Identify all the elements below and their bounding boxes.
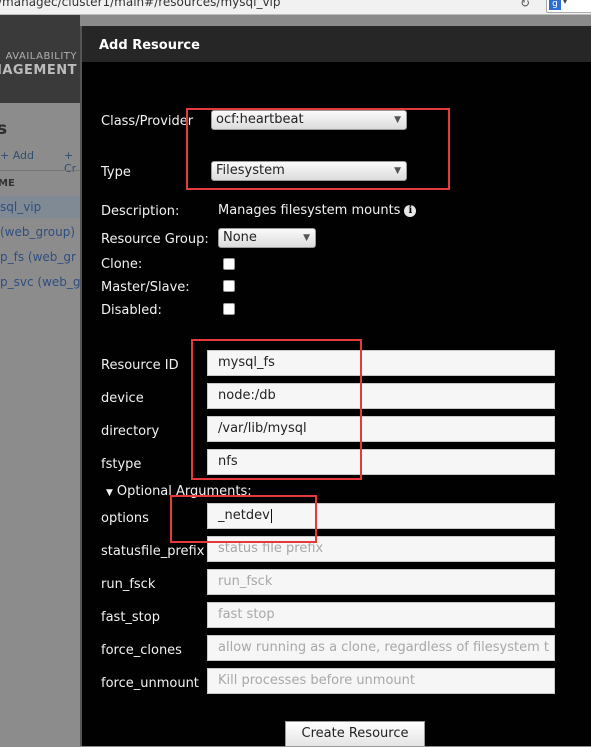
google-icon: g — [549, 0, 561, 10]
resource-group-label: Resource Group: — [101, 232, 209, 247]
disabled-label: Disabled: — [101, 303, 162, 318]
highlight-box-class-type — [186, 108, 450, 190]
create-group-link[interactable]: + Cr — [64, 149, 80, 175]
add-resource-link[interactable]: + Add — [0, 149, 34, 162]
master-slave-checkbox[interactable] — [223, 280, 235, 292]
info-icon[interactable]: i — [404, 204, 417, 217]
description-label: Description: — [101, 204, 180, 219]
chevron-down-icon[interactable]: ▾ — [563, 0, 567, 6]
force-clones-input[interactable]: allow running as a clone, regardless of … — [207, 635, 555, 661]
resource-list-item[interactable]: p_svc (web_g — [0, 271, 80, 293]
class-provider-label: Class/Provider — [101, 114, 194, 129]
clone-label: Clone: — [101, 257, 143, 272]
run-fsck-label: run_fsck — [101, 577, 156, 592]
fast-stop-label: fast_stop — [101, 610, 160, 625]
force-unmount-input[interactable]: Kill processes before unmount — [207, 668, 555, 694]
run-fsck-input[interactable]: run_fsck — [207, 569, 555, 595]
reload-icon[interactable]: ↻ — [520, 0, 530, 10]
highlight-box-options — [170, 495, 317, 543]
column-header-name: ME — [0, 178, 15, 189]
force-clones-label: force_clones — [101, 643, 182, 658]
resource-group-select[interactable]: None ▼ — [218, 228, 316, 248]
fstype-label: fstype — [101, 457, 142, 472]
force-unmount-label: force_unmount — [101, 676, 199, 691]
resource-list-item[interactable]: sql_vip — [0, 196, 80, 218]
chevron-down-icon: ▼ — [303, 233, 310, 243]
resource-group-value: None — [223, 230, 257, 245]
resource-id-label: Resource ID — [101, 358, 179, 373]
dialog-title: Add Resource — [99, 38, 200, 53]
description-text: Manages filesystem mounts — [218, 203, 401, 218]
type-label: Type — [101, 165, 131, 180]
highlight-box-required-fields — [191, 339, 362, 480]
clone-checkbox[interactable] — [223, 258, 235, 270]
search-engine-box[interactable]: g ▾ — [546, 0, 591, 13]
app-sidebar: AVAILABILITY NAGEMENT s + Add + Cr ME sq… — [0, 15, 80, 746]
browser-url-bar: /managec/cluster1/main#/resources/mysql_… — [0, 0, 591, 15]
triangle-down-icon: ▼ — [106, 488, 113, 498]
master-slave-label: Master/Slave: — [101, 280, 190, 295]
section-title: s — [0, 119, 8, 139]
brand-line-2: NAGEMENT — [0, 63, 77, 78]
app-header: AVAILABILITY NAGEMENT — [0, 15, 80, 103]
directory-label: directory — [101, 424, 160, 439]
fast-stop-input[interactable]: fast stop — [207, 602, 555, 628]
disabled-checkbox[interactable] — [223, 303, 235, 315]
create-resource-button[interactable]: Create Resource — [285, 721, 425, 747]
brand-line-1: AVAILABILITY — [5, 51, 77, 62]
url-text[interactable]: /managec/cluster1/main#/resources/mysql_… — [0, 0, 281, 9]
description-value: Manages filesystem mounts i — [218, 203, 417, 218]
options-label: options — [101, 511, 149, 526]
dialog-header: Add Resource — [82, 26, 591, 62]
divider — [0, 170, 80, 171]
resource-list-item[interactable]: p_fs (web_gr — [0, 246, 80, 268]
statusfile-prefix-label: statusfile_prefix — [101, 544, 205, 559]
add-resource-dialog: Add Resource Class/Provider ocf:heartbea… — [80, 26, 591, 747]
device-label: device — [101, 391, 144, 406]
resource-list-item[interactable]: (web_group) — [0, 221, 80, 243]
